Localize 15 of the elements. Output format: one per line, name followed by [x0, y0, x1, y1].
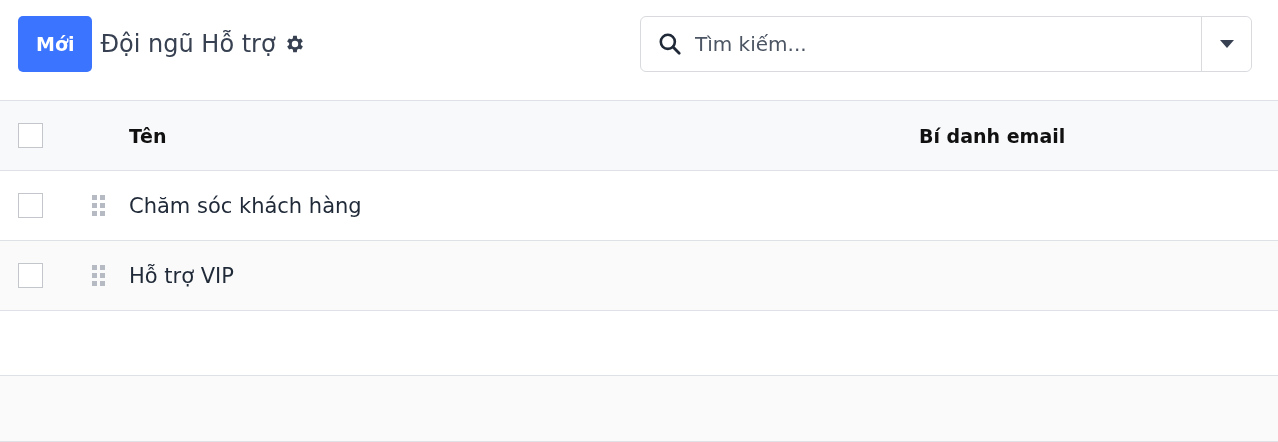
column-header[interactable]: Tên	[129, 124, 919, 147]
dropdown-toggle[interactable]	[1201, 17, 1251, 71]
caret-icon	[1219, 40, 1234, 48]
table-cell-text: Chăm sóc khách hàng	[129, 193, 363, 218]
new-button[interactable]: Mới	[18, 16, 93, 72]
column-header[interactable]: Bí danh email	[919, 124, 1066, 147]
row-checkbox[interactable]	[18, 263, 43, 288]
table-cell-text: Hỗ trợ VIP	[129, 263, 235, 288]
search-field[interactable]: Tìm kiếm...	[640, 16, 1252, 72]
search-icon	[657, 31, 683, 57]
select-all-checkbox[interactable]	[18, 123, 43, 148]
drag-handle-icon[interactable]	[92, 264, 106, 287]
page-title: Đội ngũ Hỗ trợ	[100, 30, 276, 58]
drag-handle-icon[interactable]	[92, 194, 106, 217]
row-checkbox[interactable]	[18, 193, 43, 218]
